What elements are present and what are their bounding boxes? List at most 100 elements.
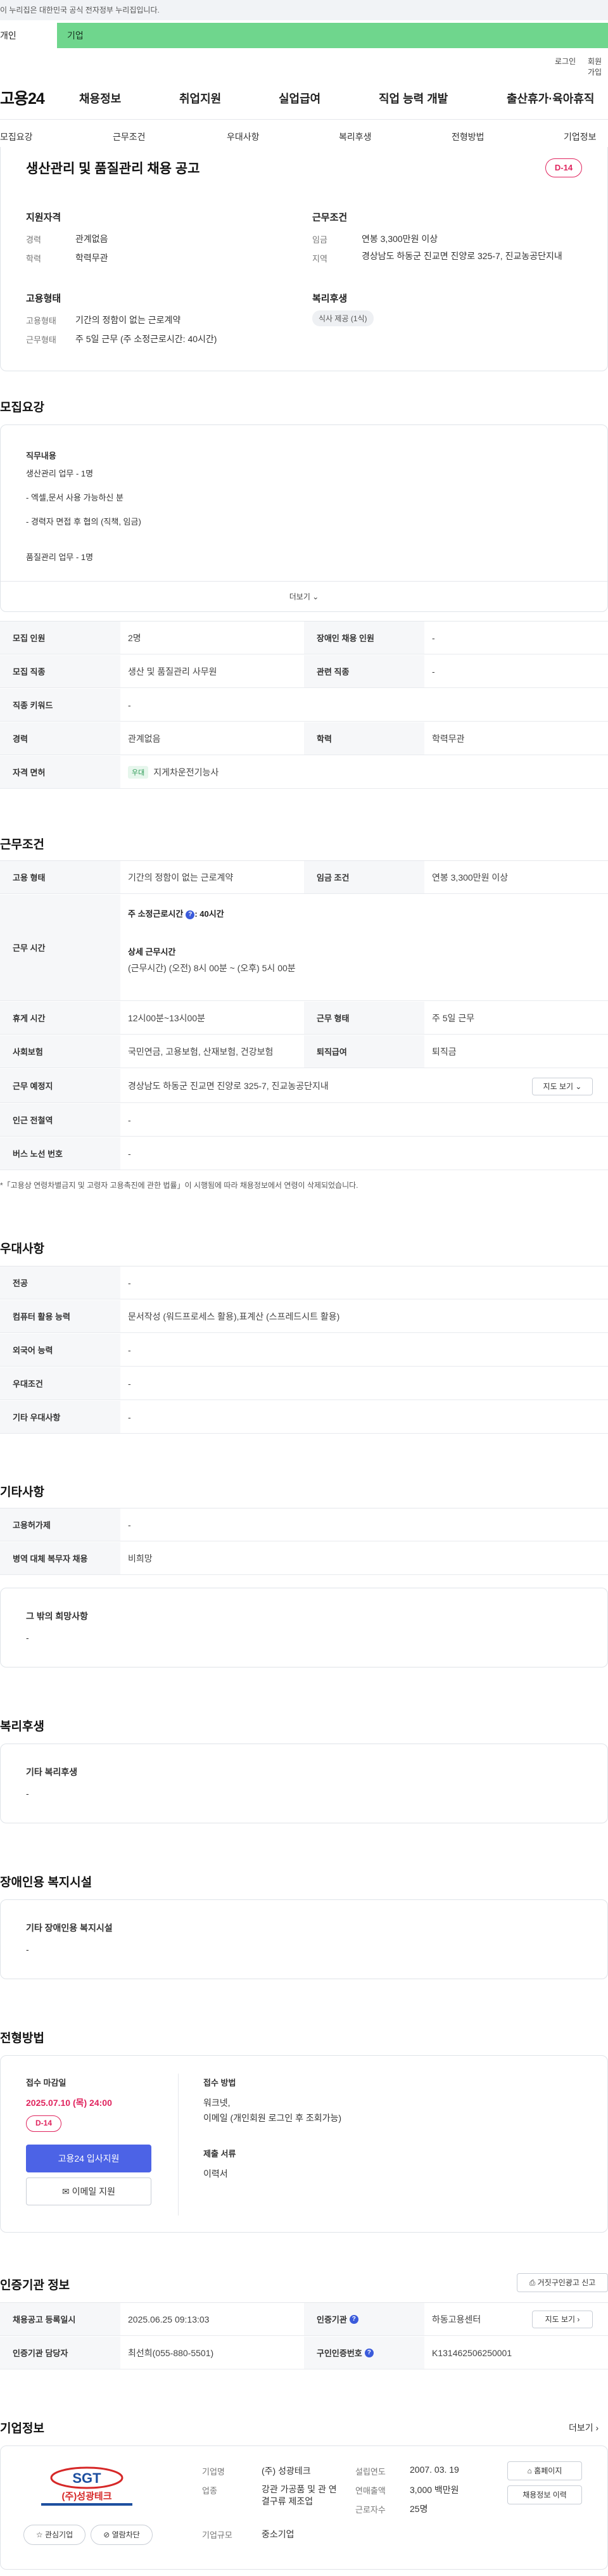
agency-map-button[interactable]: 지도 보기 ›	[532, 2311, 593, 2328]
gnb-employment-support[interactable]: 취업지원	[179, 90, 221, 106]
company-name-value: (주) 성광테크	[262, 2466, 311, 2476]
gov-notice-banner: 이 누리집은 대한민국 공식 전자정부 누리집입니다.	[0, 0, 608, 20]
size-label: 기업규모	[202, 2530, 232, 2540]
block-label: 열람차단	[111, 2530, 140, 2539]
cell-key: 병역 대체 복무자 채용	[0, 1542, 120, 1574]
dday-badge: D-14	[545, 158, 582, 177]
gnb-training[interactable]: 직업 능력 개발	[379, 90, 448, 106]
table-row: 인근 전철역 -	[0, 1104, 608, 1137]
agency-map-label: 지도 보기	[545, 2315, 576, 2324]
table-row: 고용 형태 기간의 정함이 없는 근로계약 임금 조건 연봉 3,300만원 이…	[0, 861, 608, 894]
favorite-company-button[interactable]: ☆ 관심기업	[23, 2525, 86, 2545]
recruit-heading: 모집요강	[0, 401, 44, 414]
license-value: 지게차운전기능사	[153, 767, 219, 777]
wish-box: 그 밖의 희망사항 -	[0, 1588, 608, 1667]
info-icon[interactable]: ?	[364, 2348, 374, 2357]
career-value: 관계없음	[75, 234, 108, 244]
location-value: 경상남도 하동군 진교면 진양로 325-7, 진교농공단지내	[362, 251, 562, 261]
cell-key: 학력	[304, 722, 424, 755]
agency-heading: 인증기관 정보	[0, 2279, 70, 2292]
table-row: 근무 시간 주 소정근로시간?: 40시간 상세 근무시간 (근무시간) (오전…	[0, 895, 608, 1001]
company-more-link[interactable]: 더보기 ›	[569, 2421, 598, 2434]
chevron-right-icon: ›	[577, 2315, 580, 2324]
cell-value: 관계없음	[128, 733, 161, 744]
summary-card: 생산관리 및 품질관리 채용 공고 D-14 지원자격 경력 관계없음 학력 학…	[0, 147, 608, 371]
duty-line: 품질관리 업무 - 1명	[26, 552, 94, 562]
org-label: 인증기관	[317, 2315, 347, 2324]
table-row: 버스 노선 번호 -	[0, 1137, 608, 1170]
report-fake-ad-button[interactable]: ⎙ 거짓구인광고 신고	[517, 2273, 608, 2292]
table-row: 경력 관계없음 학력 학력무관	[0, 722, 608, 755]
tab-process[interactable]: 전형방법	[452, 131, 484, 143]
process-card: 접수 마감일 2025.07.10 (목) 24:00 D-14 고용24 입사…	[0, 2055, 608, 2233]
table-row: 병역 대체 복무자 채용 비희망	[0, 1542, 608, 1575]
welfare-chip: 식사 제공 (1식)	[312, 310, 374, 326]
emp-type-value: 기간의 정함이 없는 근로계약	[75, 315, 181, 325]
info-icon[interactable]: ?	[349, 2314, 358, 2324]
email-apply-label: 이메일 지원	[72, 2186, 115, 2197]
cell-value: 생산 및 품질관리 사무원	[128, 666, 217, 677]
cell-value: -	[128, 1148, 131, 1159]
table-row: 전공 -	[0, 1266, 608, 1299]
mail-icon: ✉	[62, 2186, 70, 2197]
tab-company[interactable]: 기업정보	[564, 131, 597, 143]
user-type-switcher: 개인 기업	[0, 23, 608, 48]
etc-heading: 기타사항	[0, 1486, 44, 1499]
method-title: 접수 방법	[203, 2078, 236, 2088]
block-company-button[interactable]: ⊘ 열람차단	[91, 2525, 153, 2545]
chevron-down-icon: ⌄	[575, 1082, 582, 1091]
cell-value: 연봉 3,300만원 이상	[432, 872, 509, 883]
tab-preferences[interactable]: 우대사항	[227, 131, 260, 143]
svg-text:SGT: SGT	[72, 2470, 101, 2486]
cell-key: 모집 직종	[0, 655, 120, 687]
cell-key: 장애인 채용 인원	[304, 622, 424, 654]
more-label: 더보기	[289, 592, 310, 601]
tab-welfare[interactable]: 복리후생	[339, 131, 372, 143]
gnb-parental-leave[interactable]: 출산휴가·육아휴직	[507, 90, 594, 106]
table-row: 고용허가제 -	[0, 1508, 608, 1541]
cell-key: 근무 형태	[304, 1002, 424, 1034]
info-icon[interactable]: ?	[186, 910, 195, 919]
map-button[interactable]: 지도 보기 ⌄	[532, 1078, 593, 1095]
login-link[interactable]: 로그인	[555, 56, 576, 67]
cell-value: 국민연금, 고용보험, 산재보험, 건강보험	[128, 1046, 274, 1057]
site-logo[interactable]: 고용24	[0, 86, 45, 109]
employees-label: 근로자수	[355, 2505, 386, 2515]
disabled-box: 기타 장애인용 복지시설 -	[0, 1899, 608, 1979]
disabled-heading: 장애인용 복지시설	[0, 1876, 92, 1889]
more-divider	[1, 581, 607, 582]
company-card: SGT (주)성광테크 ☆ 관심기업 ⊘ 열람차단 기업명 (주) 성광테크 업…	[0, 2445, 608, 2570]
deadline-value: 2025.07.10 (목) 24:00	[26, 2098, 112, 2108]
more-button[interactable]: 더보기 ⌄	[1, 591, 607, 602]
duty-line: - 경력자 면접 후 협의 (직책, 임금)	[26, 517, 141, 526]
gnb-unemployment[interactable]: 실업급여	[279, 90, 320, 106]
tab-individual[interactable]: 개인	[0, 23, 57, 48]
job-history-button[interactable]: 채용정보 이력	[507, 2485, 582, 2504]
cell-value: 12시00분~13시00분	[128, 1012, 205, 1023]
duty-card: 직무내용 생산관리 업무 - 1명 - 엑셀,문서 사용 가능하신 분 - 경력…	[0, 424, 608, 612]
cell-key: 전공	[0, 1266, 120, 1299]
tab-recruit[interactable]: 모집요강	[0, 131, 33, 143]
cell-value: -	[128, 1378, 131, 1389]
size-value: 중소기업	[262, 2529, 294, 2539]
favorite-label: 관심기업	[44, 2530, 73, 2539]
tab-conditions[interactable]: 근무조건	[113, 131, 146, 143]
homepage-button[interactable]: ⌂ 홈페이지	[507, 2461, 582, 2480]
edu-value: 학력무관	[75, 253, 108, 263]
table-row: 휴게 시간 12시00분~13시00분 근무 형태 주 5일 근무	[0, 1002, 608, 1035]
welfare-chip-label: 식사 제공 (1식)	[312, 310, 374, 326]
cell-key: 사회보험	[0, 1035, 120, 1068]
apply-button[interactable]: 고용24 입사지원	[26, 2145, 151, 2172]
gov-notice-text: 이 누리집은 대한민국 공식 전자정부 누리집입니다.	[0, 6, 160, 15]
email-apply-button[interactable]: ✉ 이메일 지원	[26, 2177, 151, 2205]
signup-link[interactable]: 회원가입	[588, 56, 608, 77]
cell-value: -	[432, 632, 435, 643]
cell-value: -	[128, 1344, 131, 1355]
industry-value: 강관 가공품 및 관 연결구류 제조업	[262, 2484, 337, 2506]
gnb-jobs[interactable]: 채용정보	[79, 90, 121, 106]
cell-key: 직종 키워드	[0, 689, 120, 721]
tab-business[interactable]: 기업	[57, 23, 608, 48]
welfare-box-value: -	[26, 1789, 29, 1799]
age-footnote: *「고용상 연령차별금지 및 고령자 고용촉진에 관한 법률」이 시행됨에 따라…	[0, 1181, 358, 1190]
report-label: 거짓구인광고 신고	[537, 2278, 596, 2287]
